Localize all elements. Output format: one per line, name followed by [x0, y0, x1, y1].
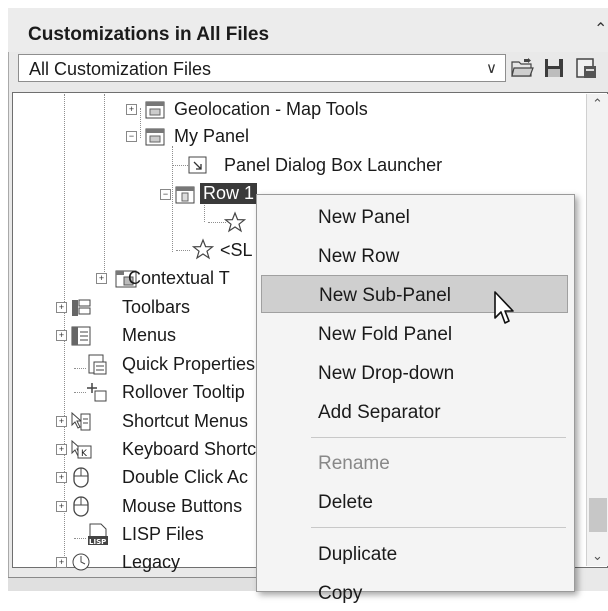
tree-guide-line [74, 392, 86, 393]
tree-node-quick-properties[interactable]: Quick Properties [86, 352, 256, 376]
tree-node-shortcut-menus[interactable]: + Shortcut Menus [56, 409, 256, 433]
expand-icon[interactable]: + [126, 104, 137, 115]
tree-node-label: Quick Properties [122, 354, 256, 374]
tree-guide-line [74, 538, 86, 539]
legacy-icon [72, 553, 90, 571]
tree-node-launcher[interactable]: Panel Dialog Box Launcher [186, 153, 486, 177]
tree-node-keyboard-shortcuts[interactable]: + K Keyboard Shortc [56, 437, 256, 461]
tree-node-contextual-tab[interactable]: + Contextual T [96, 266, 256, 290]
menu-item-delete[interactable]: Delete [257, 482, 574, 520]
menu-separator [311, 527, 566, 528]
svg-text:LISP: LISP [89, 538, 106, 546]
keyboard-icon: K [71, 439, 92, 459]
star-icon [192, 238, 214, 260]
mouse-icon [73, 467, 89, 488]
panel-header: Customizations in All Files ⌃ [8, 8, 608, 52]
tree-guide-line [176, 250, 190, 251]
tree-node-toolbars[interactable]: + Toolbars [56, 295, 256, 319]
tree-node-lisp-files[interactable]: LISP LISP Files [86, 522, 256, 546]
quick-properties-icon [88, 354, 107, 375]
tree-guide-line [104, 94, 105, 282]
collapse-node-icon[interactable]: − [126, 131, 137, 142]
scroll-down-icon[interactable]: ⌄ [592, 548, 603, 564]
tree-node-geolocation[interactable]: + Geolocation - Map Tools [126, 97, 426, 121]
expand-icon[interactable]: + [56, 416, 67, 427]
mouse-icon [73, 496, 89, 517]
tree-node-rollover-tooltips[interactable]: Rollover Tooltip [86, 380, 256, 404]
tree-node-label: Geolocation - Map Tools [174, 99, 368, 119]
expand-icon[interactable]: + [56, 330, 67, 341]
menu-item-copy[interactable]: Copy [257, 573, 574, 611]
expand-icon[interactable]: + [56, 557, 67, 568]
tree-node-label: My Panel [174, 126, 250, 146]
tree-node-double-click[interactable]: + Double Click Ac [56, 465, 256, 489]
tree-node-label: Double Click Ac [122, 467, 249, 487]
menu-item-new-row[interactable]: New Row [257, 236, 574, 274]
customization-files-dropdown[interactable]: All Customization Files ∨ [18, 54, 506, 82]
menu-item-new-fold-panel[interactable]: New Fold Panel [257, 314, 574, 352]
expand-icon[interactable]: + [56, 302, 67, 313]
menu-item-new-drop-down[interactable]: New Drop-down [257, 353, 574, 391]
row-icon [175, 186, 195, 204]
mouse-pointer-icon [494, 291, 514, 324]
properties-icon[interactable] [574, 56, 598, 80]
panel-bottom-edge [8, 577, 256, 591]
tree-node-label: Rollover Tooltip [122, 382, 245, 402]
menu-item-duplicate[interactable]: Duplicate [257, 534, 574, 572]
menu-item-rename: Rename [318, 453, 390, 474]
filter-toolbar: All Customization Files ∨ [10, 52, 608, 88]
tree-node-label: Panel Dialog Box Launcher [224, 155, 443, 175]
tree-node-label: Contextual T [128, 268, 230, 288]
scroll-up-icon[interactable]: ⌃ [592, 96, 603, 112]
tree-node-my-panel[interactable]: − My Panel [126, 124, 426, 148]
panel-title: Customizations in All Files [28, 24, 270, 45]
context-menu: New Panel New Row New Sub-Panel New Fold… [256, 194, 575, 604]
tree-node-label: Shortcut Menus [122, 411, 249, 431]
collapse-icon[interactable]: ⌃ [594, 22, 607, 38]
dropdown-value: All Customization Files [29, 59, 212, 79]
collapse-node-icon[interactable]: − [160, 189, 171, 200]
tree-guide-line [74, 368, 86, 369]
panel-icon [145, 101, 165, 119]
toolbar-icon [72, 299, 91, 316]
tree-node-label: Keyboard Shortc [122, 439, 257, 459]
lisp-icon: LISP [88, 523, 108, 546]
tree-node-sl[interactable]: <SL [192, 238, 262, 262]
tree-node-label: Toolbars [122, 297, 191, 317]
shortcut-menu-icon [71, 411, 91, 431]
star-icon [224, 211, 246, 233]
menu-icon [71, 326, 91, 346]
expand-icon[interactable]: + [96, 273, 107, 284]
expand-icon[interactable]: + [56, 444, 67, 455]
menu-item-new-panel[interactable]: New Panel [257, 197, 574, 235]
tree-node-menus[interactable]: + Menus [56, 323, 256, 347]
save-icon[interactable] [542, 56, 566, 80]
rollover-tooltip-icon [87, 383, 107, 402]
menu-item-add-separator[interactable]: Add Separator [257, 392, 574, 430]
tree-node-label: Menus [122, 325, 177, 345]
menu-separator [311, 437, 566, 438]
tree-node-mouse-buttons[interactable]: + Mouse Buttons [56, 494, 256, 518]
menu-item-new-sub-panel[interactable]: New Sub-Panel [261, 275, 568, 313]
open-file-icon[interactable] [510, 56, 534, 80]
tree-node-legacy[interactable]: + Legacy [56, 550, 256, 574]
launcher-icon [188, 156, 207, 174]
panel-icon [145, 128, 165, 146]
tree-node-label: Mouse Buttons [122, 496, 243, 516]
expand-icon[interactable]: + [56, 472, 67, 483]
scrollbar-thumb[interactable] [589, 498, 607, 532]
tree-scrollbar[interactable]: ⌃ ⌄ [586, 94, 608, 566]
chevron-down-icon[interactable]: ∨ [486, 59, 497, 77]
tree-node-label: <SL [220, 240, 253, 260]
tree-node-label: Row 1 [200, 183, 258, 204]
tree-node-label: LISP Files [122, 524, 204, 544]
tree-node-label: Legacy [122, 552, 181, 572]
expand-icon[interactable]: + [56, 501, 67, 512]
